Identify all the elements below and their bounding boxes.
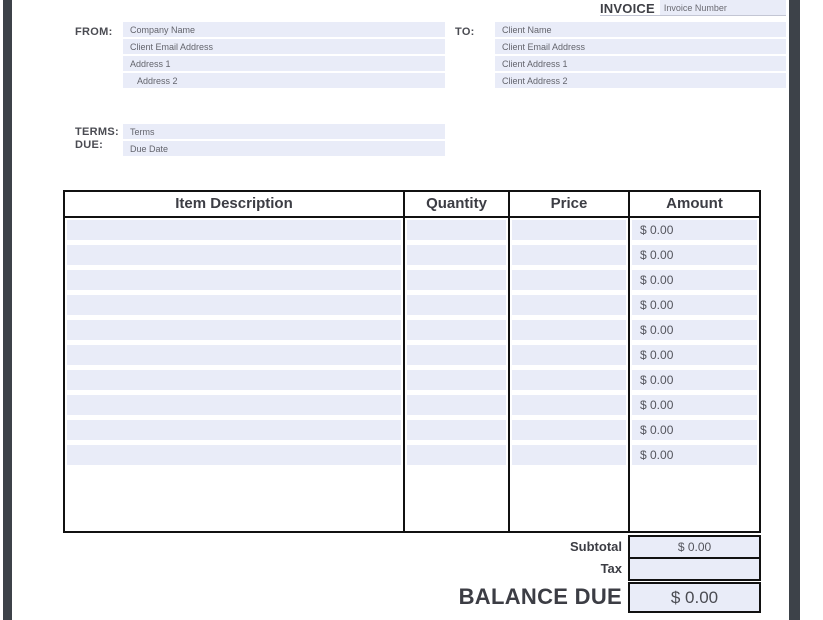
from-label: FROM: bbox=[75, 26, 113, 38]
client-address1-field[interactable]: Client Address 1 bbox=[495, 56, 786, 71]
item-description-field[interactable] bbox=[67, 370, 401, 390]
table-header-row: Item Description Quantity Price Amount bbox=[65, 192, 759, 218]
price-field[interactable] bbox=[512, 445, 626, 465]
table-row: $ 0.00 bbox=[65, 293, 759, 318]
price-field[interactable] bbox=[512, 320, 626, 340]
price-field[interactable] bbox=[512, 370, 626, 390]
amount-field: $ 0.00 bbox=[632, 270, 757, 290]
item-description-field[interactable] bbox=[67, 270, 401, 290]
invoice-rows: $ 0.00 $ 0.00 $ 0.00 $ 0.00 $ 0.00 $ 0.0… bbox=[65, 218, 759, 468]
quantity-field[interactable] bbox=[407, 420, 506, 440]
subtotal-label: Subtotal bbox=[570, 539, 622, 554]
price-field[interactable] bbox=[512, 345, 626, 365]
amount-field: $ 0.00 bbox=[632, 370, 757, 390]
price-field[interactable] bbox=[512, 395, 626, 415]
from-address2-field[interactable]: Address 2 bbox=[123, 73, 445, 88]
price-field[interactable] bbox=[512, 295, 626, 315]
amount-field: $ 0.00 bbox=[632, 420, 757, 440]
quantity-field[interactable] bbox=[407, 245, 506, 265]
terms-field[interactable]: Terms bbox=[123, 124, 445, 139]
quantity-field[interactable] bbox=[407, 370, 506, 390]
tax-label: Tax bbox=[601, 561, 622, 576]
price-field[interactable] bbox=[512, 220, 626, 240]
terms-label: TERMS: bbox=[75, 126, 119, 138]
from-email-field[interactable]: Client Email Address bbox=[123, 39, 445, 54]
table-row: $ 0.00 bbox=[65, 243, 759, 268]
item-description-field[interactable] bbox=[67, 295, 401, 315]
price-field[interactable] bbox=[512, 420, 626, 440]
company-name-field[interactable]: Company Name bbox=[123, 22, 445, 37]
amount-field: $ 0.00 bbox=[632, 395, 757, 415]
amount-field: $ 0.00 bbox=[632, 245, 757, 265]
table-row: $ 0.00 bbox=[65, 393, 759, 418]
quantity-field[interactable] bbox=[407, 270, 506, 290]
amount-field: $ 0.00 bbox=[632, 320, 757, 340]
quantity-field[interactable] bbox=[407, 445, 506, 465]
balance-due-value-box: $ 0.00 bbox=[628, 582, 761, 613]
balance-due-label: BALANCE DUE bbox=[459, 584, 622, 610]
quantity-field[interactable] bbox=[407, 295, 506, 315]
client-name-field[interactable]: Client Name bbox=[495, 22, 786, 37]
header-item-description: Item Description bbox=[65, 192, 403, 216]
from-fields: Company Name Client Email Address Addres… bbox=[123, 22, 445, 90]
subtotal-value-box: $ 0.00 bbox=[628, 535, 761, 559]
from-address1-field[interactable]: Address 1 bbox=[123, 56, 445, 71]
to-fields: Client Name Client Email Address Client … bbox=[495, 22, 786, 90]
header-quantity: Quantity bbox=[405, 192, 508, 216]
table-row: $ 0.00 bbox=[65, 368, 759, 393]
table-row: $ 0.00 bbox=[65, 268, 759, 293]
header-price: Price bbox=[510, 192, 628, 216]
price-field[interactable] bbox=[512, 270, 626, 290]
due-date-field[interactable]: Due Date bbox=[123, 141, 445, 156]
item-description-field[interactable] bbox=[67, 345, 401, 365]
client-address2-field[interactable]: Client Address 2 bbox=[495, 73, 786, 88]
client-email-field[interactable]: Client Email Address bbox=[495, 39, 786, 54]
item-description-field[interactable] bbox=[67, 420, 401, 440]
due-label: DUE: bbox=[75, 139, 103, 151]
line-items-table: Item Description Quantity Price Amount $… bbox=[63, 190, 761, 533]
invoice-title: INVOICE bbox=[600, 0, 660, 15]
invoice-header: INVOICE Invoice Number bbox=[600, 0, 786, 16]
table-row: $ 0.00 bbox=[65, 418, 759, 443]
quantity-field[interactable] bbox=[407, 320, 506, 340]
table-row: $ 0.00 bbox=[65, 318, 759, 343]
price-field[interactable] bbox=[512, 245, 626, 265]
table-row: $ 0.00 bbox=[65, 443, 759, 468]
amount-field: $ 0.00 bbox=[632, 295, 757, 315]
item-description-field[interactable] bbox=[67, 220, 401, 240]
header-amount: Amount bbox=[630, 192, 759, 216]
table-row: $ 0.00 bbox=[65, 218, 759, 243]
tax-value-box[interactable] bbox=[628, 557, 761, 581]
table-row: $ 0.00 bbox=[65, 343, 759, 368]
amount-field: $ 0.00 bbox=[632, 345, 757, 365]
item-description-field[interactable] bbox=[67, 445, 401, 465]
page-right-edge-bar bbox=[789, 0, 800, 620]
quantity-field[interactable] bbox=[407, 395, 506, 415]
item-description-field[interactable] bbox=[67, 395, 401, 415]
item-description-field[interactable] bbox=[67, 320, 401, 340]
invoice-number-field[interactable]: Invoice Number bbox=[660, 0, 786, 15]
to-label: TO: bbox=[455, 26, 475, 38]
amount-field: $ 0.00 bbox=[632, 445, 757, 465]
quantity-field[interactable] bbox=[407, 345, 506, 365]
amount-field: $ 0.00 bbox=[632, 220, 757, 240]
quantity-field[interactable] bbox=[407, 220, 506, 240]
item-description-field[interactable] bbox=[67, 245, 401, 265]
page-left-edge-bar bbox=[3, 0, 12, 620]
terms-fields: Terms Due Date bbox=[123, 124, 445, 158]
